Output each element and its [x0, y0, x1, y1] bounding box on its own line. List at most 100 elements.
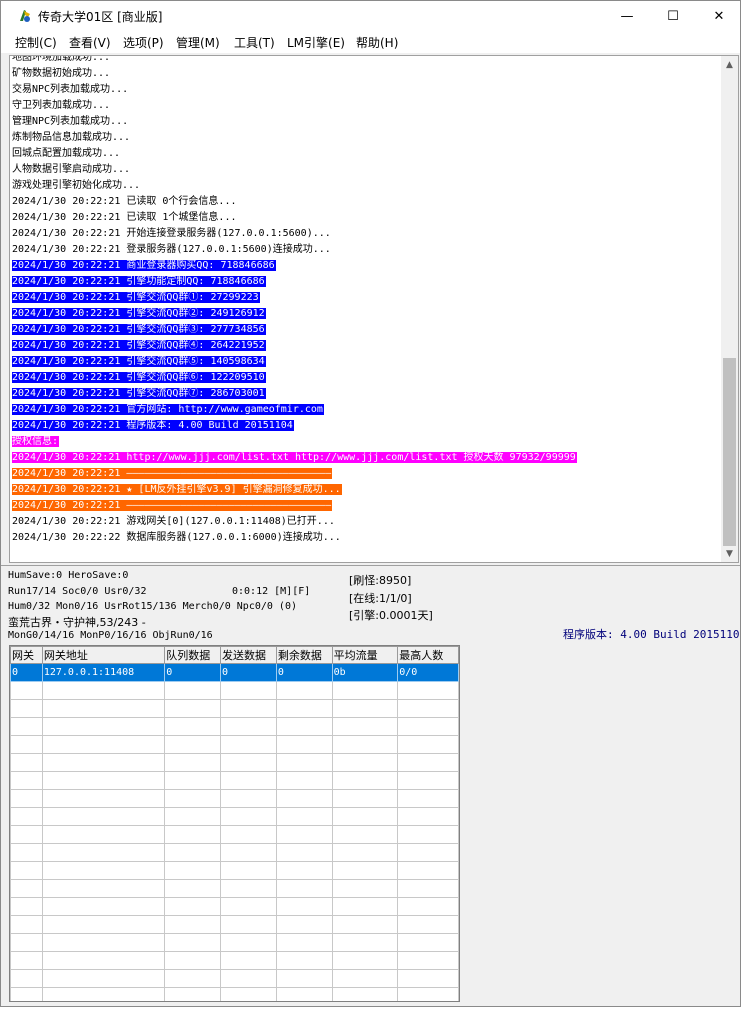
table-row[interactable]: [10, 933, 459, 952]
table-cell: [10, 951, 43, 970]
minimize-button[interactable]: —: [604, 1, 650, 32]
log-line: 炼制物品信息加载成功...: [12, 130, 722, 146]
column-header[interactable]: 平均流量: [331, 646, 399, 664]
table-row[interactable]: [10, 987, 459, 1001]
table-row[interactable]: [10, 951, 459, 970]
table-cell: [220, 717, 277, 736]
column-header[interactable]: 最高人数: [397, 646, 459, 664]
table-cell: [164, 897, 222, 916]
maximize-icon: ☐: [667, 9, 679, 24]
scroll-down-icon[interactable]: ▼: [721, 545, 738, 562]
log-line-text: 2024/1/30 20:22:21 引擎交流QQ群②: 249126912: [12, 308, 266, 319]
gateway-grid[interactable]: 网关 网关地址 队列数据 发送数据 剩余数据 平均流量 最高人数 0 127.0.0.1:11…: [9, 645, 460, 1002]
log-line-text: 守卫列表加载成功...: [12, 100, 111, 111]
table-cell: [220, 933, 277, 952]
table-row[interactable]: [10, 879, 459, 898]
table-cell: [164, 951, 222, 970]
table-cell: [41, 753, 166, 772]
table-cell: [275, 915, 333, 934]
table-cell: [397, 933, 459, 952]
log-line: 2024/1/30 20:22:21 引擎交流QQ群⑦: 286703001: [12, 386, 722, 402]
table-cell: [41, 915, 166, 934]
table-cell: [275, 717, 333, 736]
table-cell: [41, 933, 166, 952]
table-cell: [275, 789, 333, 808]
column-header[interactable]: 发送数据: [220, 646, 277, 664]
table-cell: 0/0: [397, 663, 459, 682]
table-cell: [220, 735, 277, 754]
table-cell: [41, 699, 166, 718]
column-header[interactable]: 网关地址: [41, 646, 166, 664]
table-row[interactable]: [10, 969, 459, 988]
table-cell: 0: [220, 663, 277, 682]
table-cell: [164, 807, 222, 826]
table-cell: [10, 843, 43, 862]
scroll-up-icon[interactable]: ▲: [721, 56, 738, 73]
table-cell: 0b: [331, 663, 399, 682]
scroll-thumb[interactable]: [723, 358, 736, 546]
table-cell: [220, 771, 277, 790]
column-header[interactable]: 网关: [10, 646, 43, 664]
log-scrollbar[interactable]: ▲ ▼: [721, 56, 738, 562]
log-line: 管理NPC列表加载成功...: [12, 114, 722, 130]
table-row[interactable]: [10, 843, 459, 862]
table-cell: [10, 861, 43, 880]
table-row[interactable]: [10, 807, 459, 826]
log-line: 2024/1/30 20:22:21 http://www.jjj.com/li…: [12, 450, 722, 466]
table-row[interactable]: [10, 861, 459, 880]
table-row[interactable]: [10, 771, 459, 790]
table-row[interactable]: 0 127.0.0.1:11408 0 0 0 0b 0/0: [10, 663, 459, 682]
maximize-button[interactable]: ☐: [650, 1, 696, 32]
table-cell: [10, 879, 43, 898]
table-cell: [10, 825, 43, 844]
table-cell: [331, 987, 399, 1001]
menu-control[interactable]: 控制(C): [15, 34, 57, 51]
log-line: 2024/1/30 20:22:21 引擎交流QQ群②: 249126912: [12, 306, 722, 322]
log-line-text: 2024/1/30 20:22:21 登录服务器(127.0.0.1:5600)…: [12, 244, 331, 255]
menu-manage[interactable]: 管理(M): [176, 34, 220, 51]
table-cell: [164, 753, 222, 772]
table-cell: [164, 717, 222, 736]
table-cell: [41, 825, 166, 844]
table-row[interactable]: [10, 753, 459, 772]
menu-view[interactable]: 查看(V): [69, 34, 111, 51]
menu-options[interactable]: 选项(P): [123, 34, 164, 51]
status-version: 程序版本: 4.00 Build 20151104: [563, 628, 741, 641]
menu-lm-engine[interactable]: LM引擎(E): [287, 34, 345, 51]
log-line: 2024/1/30 20:22:21 引擎交流QQ群①: 27299223: [12, 290, 722, 306]
table-cell: [275, 987, 333, 1001]
table-cell: [331, 915, 399, 934]
table-cell: [220, 843, 277, 862]
table-cell: [397, 717, 459, 736]
table-row[interactable]: [10, 699, 459, 718]
table-cell: [220, 861, 277, 880]
table-cell: 127.0.0.1:11408: [41, 663, 166, 682]
table-row[interactable]: [10, 825, 459, 844]
log-line-text: 2024/1/30 20:22:21 已读取 0个行会信息...: [12, 196, 237, 207]
column-header[interactable]: 队列数据: [164, 646, 222, 664]
log-line-text: 回城点配置加载成功...: [12, 148, 121, 159]
log-output[interactable]: 地图环境加载成功... 矿物数据初始成功... 交易NPC列表加载成功... 守卫列表…: [9, 55, 739, 563]
table-row[interactable]: [10, 915, 459, 934]
table-row[interactable]: [10, 735, 459, 754]
table-row[interactable]: [10, 789, 459, 808]
table-cell: [10, 753, 43, 772]
table-cell: [164, 789, 222, 808]
column-header[interactable]: 剩余数据: [275, 646, 333, 664]
table-cell: [164, 915, 222, 934]
close-button[interactable]: ✕: [696, 1, 740, 32]
table-cell: [275, 897, 333, 916]
title-bar[interactable]: 传奇大学01区 [商业版] — ☐ ✕: [1, 1, 740, 32]
menu-tools[interactable]: 工具(T): [234, 34, 275, 51]
table-cell: [331, 789, 399, 808]
table-row[interactable]: [10, 681, 459, 700]
table-row[interactable]: [10, 717, 459, 736]
status-mon: MonG0/14/16 MonP0/16/16 ObjRun0/16: [8, 630, 213, 641]
table-cell: 0: [10, 663, 43, 682]
table-cell: [41, 717, 166, 736]
table-cell: [220, 915, 277, 934]
table-cell: [220, 807, 277, 826]
table-row[interactable]: [10, 897, 459, 916]
menu-help[interactable]: 帮助(H): [356, 34, 398, 51]
table-cell: [331, 969, 399, 988]
